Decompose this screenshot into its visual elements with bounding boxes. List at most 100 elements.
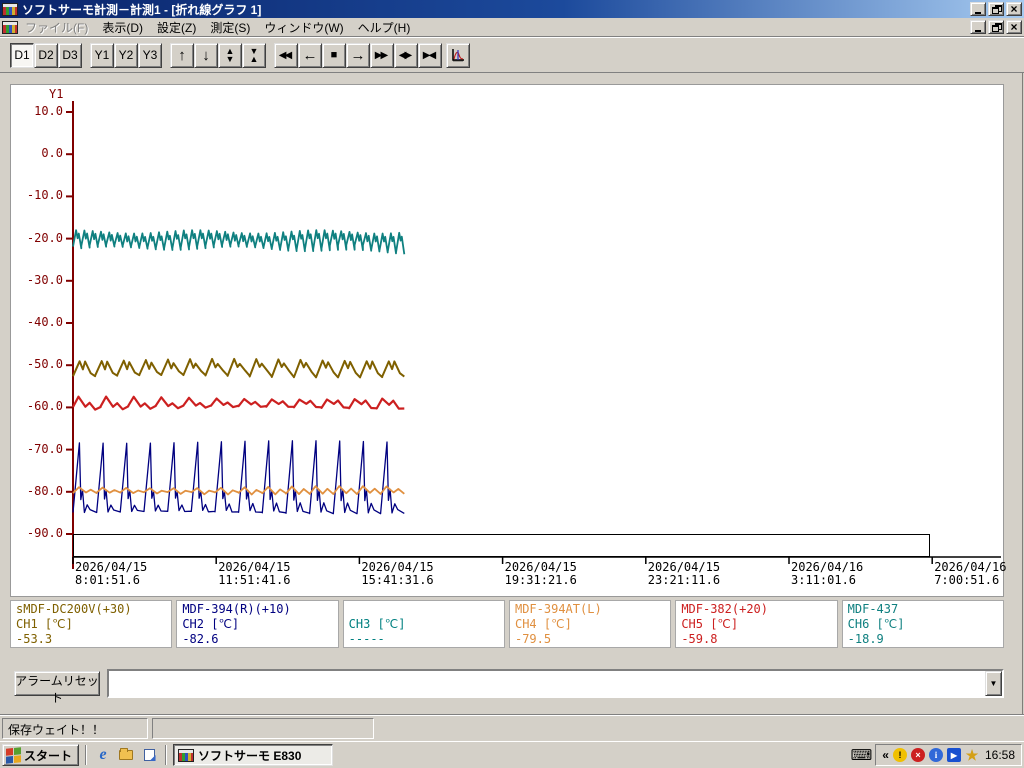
internet-explorer-launch-button[interactable]: e bbox=[93, 745, 113, 765]
y1-button[interactable]: Y1 bbox=[90, 42, 114, 68]
y-tick-label: -90.0 bbox=[26, 526, 63, 540]
title-bar: ソフトサーモ計測－計測1 - [折れ線グラフ 1] × bbox=[0, 0, 1024, 18]
status-panel-secondary bbox=[152, 717, 374, 739]
trace-ch2 bbox=[72, 440, 405, 515]
menu-file[interactable]: ファイル(F) bbox=[18, 18, 95, 37]
channel-name bbox=[349, 602, 499, 617]
alarm-combo-value[interactable] bbox=[109, 671, 985, 696]
jump-end-button[interactable]: ▶▶ bbox=[370, 42, 394, 68]
channel-name: sMDF-DC200V(+30) bbox=[16, 602, 132, 616]
step-right-button[interactable]: → bbox=[346, 42, 370, 68]
channel-value: -18.9 bbox=[847, 632, 884, 646]
folder-icon bbox=[119, 748, 134, 760]
child-close-button[interactable]: × bbox=[1006, 20, 1022, 34]
menu-window[interactable]: ウィンドウ(W) bbox=[257, 18, 350, 37]
task-button-label: ソフトサーモ E830 bbox=[198, 748, 302, 763]
alarm-reset-button[interactable]: アラームリセット bbox=[14, 671, 100, 705]
x-tick-label: 2026/04/15 8:01:51.6 bbox=[75, 560, 148, 587]
trace-ch6 bbox=[72, 229, 406, 255]
desktop: ソフトサーモ計測－計測1 - [折れ線グラフ 1] × ファイル(F) 表示(D… bbox=[0, 0, 1024, 768]
restore-icon bbox=[991, 5, 1002, 14]
legend-cell-ch2: MDF-394(R)(+10) CH2 [℃] -82.6 bbox=[176, 600, 339, 648]
line-graph-button[interactable] bbox=[446, 42, 470, 68]
channel-name: MDF-394(R)(+10) bbox=[182, 602, 291, 616]
media-play-icon[interactable]: ▶ bbox=[946, 748, 961, 762]
child-minimize-button[interactable] bbox=[970, 20, 986, 34]
y2-button[interactable]: Y2 bbox=[114, 42, 138, 68]
y-tick-label: -50.0 bbox=[26, 357, 63, 372]
close-icon: × bbox=[1010, 20, 1018, 34]
client-area: Y1 10.0 0.0 -10.0 -20.0 -30.0 -40.0 -50.0 -60.0 -… bbox=[0, 73, 1024, 714]
start-label: スタート bbox=[24, 748, 73, 763]
trace-ch5 bbox=[72, 395, 405, 411]
internet-explorer-icon: e bbox=[99, 746, 107, 763]
d2-button[interactable]: D2 bbox=[34, 42, 58, 68]
x-tick-label: 2026/04/15 11:51:41.6 bbox=[218, 560, 291, 587]
channel-value: -53.3 bbox=[16, 632, 53, 646]
menu-help[interactable]: ヘルプ(H) bbox=[351, 18, 418, 37]
app-icon bbox=[2, 2, 18, 16]
trace-ch1 bbox=[72, 357, 405, 379]
compress-vertical-button[interactable]: ▼▲ bbox=[242, 42, 266, 68]
x-tick-label: 2026/04/16 7:00:51.6 bbox=[934, 560, 1007, 587]
channel-value: -59.8 bbox=[681, 632, 718, 646]
menu-settings[interactable]: 設定(Z) bbox=[150, 18, 203, 37]
taskbar-separator bbox=[165, 745, 168, 765]
scroll-down-button[interactable]: ↓ bbox=[194, 42, 218, 68]
taskbar-app-button[interactable]: ソフトサーモ E830 bbox=[173, 744, 334, 766]
menu-view[interactable]: 表示(D) bbox=[95, 18, 150, 37]
minimize-button[interactable] bbox=[970, 2, 986, 16]
d3-button[interactable]: D3 bbox=[58, 42, 82, 68]
system-tray: « ! × i ▶ ★ 16:58 bbox=[875, 744, 1022, 766]
keyboard-layout-icon[interactable]: ⌨ bbox=[851, 748, 873, 763]
x-tick-label: 2026/04/15 23:21:11.6 bbox=[647, 560, 721, 587]
channel-label: CH4 [℃] bbox=[514, 617, 572, 631]
taskbar: スタート e ソフトサーモ E830 ⌨ « ! × i ▶ ★ 16:58 bbox=[0, 741, 1024, 768]
expand-horizontal-button[interactable]: ◀▶ bbox=[394, 42, 418, 68]
toolbar: D1 D2 D3 Y1 Y2 Y3 ↑ ↓ ▲▼ ▼▲ ◀◀ ← ■ → ▶▶ … bbox=[0, 37, 1024, 73]
menu-measure[interactable]: 測定(S) bbox=[203, 18, 257, 37]
status-message: 保存ウェイト！！ bbox=[2, 717, 148, 739]
show-desktop-icon bbox=[143, 749, 155, 761]
restore-button[interactable] bbox=[988, 2, 1004, 16]
line-graph-icon bbox=[452, 49, 464, 62]
scroll-up-button[interactable]: ↑ bbox=[170, 42, 194, 68]
status-bar: 保存ウェイト！！ bbox=[0, 714, 1024, 741]
combo-dropdown-button[interactable]: ▼ bbox=[985, 671, 1002, 696]
show-desktop-button[interactable] bbox=[139, 745, 159, 765]
close-button[interactable]: × bbox=[1006, 2, 1022, 16]
folder-launch-button[interactable] bbox=[116, 745, 136, 765]
child-window-icon[interactable] bbox=[2, 20, 18, 34]
channel-label: CH3 [℃] bbox=[348, 617, 406, 631]
legend-cell-ch1: sMDF-DC200V(+30) CH1 [℃] -53.3 bbox=[10, 600, 173, 648]
legend-cell-ch4: MDF-394AT(L) CH4 [℃] -79.5 bbox=[508, 600, 672, 648]
windows-logo-icon bbox=[6, 746, 21, 764]
close-icon: × bbox=[1010, 2, 1018, 16]
security-alert-icon[interactable]: × bbox=[910, 748, 925, 762]
legend-cell-ch6: MDF-437 CH6 [℃] -18.9 bbox=[841, 600, 1004, 648]
jump-start-button[interactable]: ◀◀ bbox=[274, 42, 298, 68]
security-warning-icon[interactable]: ! bbox=[892, 748, 907, 762]
y-tick-label: -70.0 bbox=[26, 441, 63, 456]
child-restore-button[interactable] bbox=[988, 20, 1004, 34]
channel-name: MDF-394AT(L) bbox=[514, 602, 602, 616]
alarm-combo[interactable]: ▼ bbox=[107, 669, 1004, 698]
y3-button[interactable]: Y3 bbox=[138, 42, 162, 68]
info-balloon-icon[interactable]: i bbox=[928, 748, 943, 762]
start-button[interactable]: スタート bbox=[2, 744, 80, 766]
y-axis-title: Y1 bbox=[49, 87, 64, 101]
x-tick-label: 2026/04/15 15:41:31.6 bbox=[361, 560, 434, 587]
step-left-button[interactable]: ← bbox=[298, 42, 322, 68]
y-tick-label: -60.0 bbox=[26, 399, 63, 414]
tray-overflow-chevron[interactable]: « bbox=[882, 748, 889, 762]
channel-label: CH2 [℃] bbox=[182, 617, 240, 631]
y-tick-label: 10.0 bbox=[34, 104, 63, 118]
stop-button[interactable]: ■ bbox=[322, 42, 346, 68]
expand-vertical-button[interactable]: ▲▼ bbox=[218, 42, 242, 68]
channel-legend: sMDF-DC200V(+30) CH1 [℃] -53.3 MDF-394(R… bbox=[10, 600, 1004, 648]
compress-horizontal-button[interactable]: ▶◀ bbox=[418, 42, 442, 68]
star-icon[interactable]: ★ bbox=[965, 748, 979, 762]
window-title: ソフトサーモ計測－計測1 - [折れ線グラフ 1] bbox=[22, 2, 262, 17]
d1-button[interactable]: D1 bbox=[10, 42, 34, 68]
minimize-icon bbox=[975, 11, 981, 14]
